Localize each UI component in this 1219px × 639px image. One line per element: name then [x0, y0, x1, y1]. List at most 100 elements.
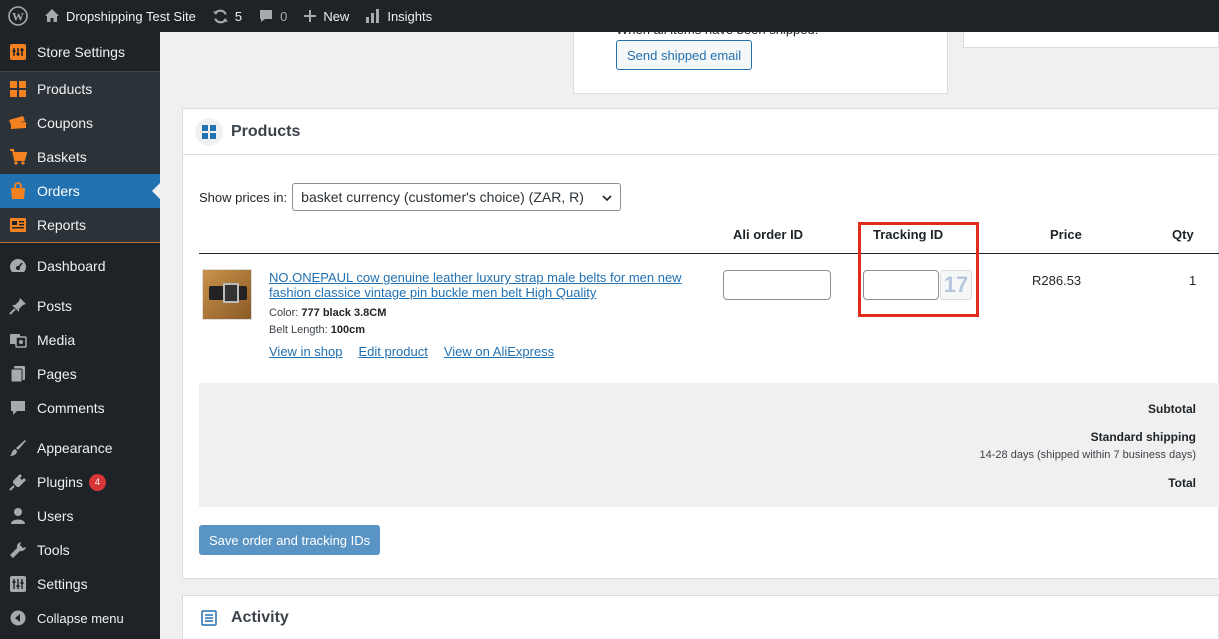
sidebar-item-label: Users [37, 508, 74, 524]
sidebar-item-label: Store Settings [37, 43, 125, 60]
basket-icon [8, 147, 28, 167]
refresh-icon [212, 8, 229, 25]
product-links: View in shop Edit product View on AliExp… [269, 344, 554, 359]
collapse-menu-label: Collapse menu [37, 610, 124, 626]
store-menu-group: Products Coupons Baskets Orders Reports [0, 72, 160, 243]
subtotal-label: Subtotal [1148, 402, 1196, 416]
sidebar-item-label: Orders [37, 183, 80, 199]
view-in-shop-link[interactable]: View in shop [269, 344, 342, 359]
wordpress-logo-icon[interactable]: W [0, 0, 36, 32]
sidebar-item-plugins[interactable]: Plugins 4 [0, 465, 160, 499]
comment-bubble-icon [258, 8, 274, 24]
shipped-note: When all items have been shipped: [616, 22, 819, 37]
view-on-aliexpress-link[interactable]: View on AliExpress [444, 344, 554, 359]
comments-link[interactable]: 0 [250, 0, 295, 32]
sidebar-item-label: Tools [37, 542, 70, 558]
sidebar-item-label: Dashboard [37, 258, 106, 274]
sidebar-item-label: Products [37, 81, 93, 97]
sidebar-item-products[interactable]: Products [0, 72, 160, 106]
updates-count: 5 [234, 8, 243, 24]
variant-color: Color: 777 black 3.8CM [269, 307, 387, 319]
plus-icon [303, 9, 317, 23]
sidebar-item-dashboard[interactable]: Dashboard [0, 249, 160, 283]
activity-card-title: Activity [231, 609, 289, 626]
show-prices-row: Show prices in: basket currency (custome… [199, 183, 622, 211]
home-icon [44, 8, 60, 24]
shipping-email-card: When all items have been shipped: Send s… [573, 22, 948, 94]
total-label: Total [1168, 476, 1196, 490]
admin-sidebar: Store Settings Products Coupons Baskets … [0, 32, 160, 639]
tracking-id-highlight-box [858, 222, 979, 317]
currency-select[interactable]: basket currency (customer's choice) (ZAR… [292, 183, 622, 211]
side-card [963, 32, 1219, 48]
column-ali-order-id: Ali order ID [733, 227, 804, 242]
pages-icon [8, 364, 28, 384]
sidebar-item-reports[interactable]: Reports [0, 208, 160, 242]
wp-menu-group: Dashboard Posts Media Pages Comments App… [0, 243, 160, 635]
sidebar-item-label: Comments [37, 400, 105, 416]
comments-count: 0 [280, 8, 288, 24]
variant-belt-length: Belt Length: 100cm [269, 324, 366, 336]
comment-icon [8, 398, 28, 418]
sidebar-item-media[interactable]: Media [0, 323, 160, 357]
sidebar-item-pages[interactable]: Pages [0, 357, 160, 391]
shipping-note: 14-28 days (shipped within 7 business da… [979, 449, 1196, 461]
table-header-divider [199, 253, 1219, 254]
sidebar-item-label: Baskets [37, 149, 87, 165]
sidebar-item-label: Pages [37, 366, 77, 382]
plugin-icon [8, 472, 28, 492]
send-shipped-email-button[interactable]: Send shipped email [616, 40, 753, 70]
products-card-header: Products [183, 109, 1218, 155]
sidebar-item-label: Plugins [37, 474, 83, 490]
sidebar-item-users[interactable]: Users [0, 499, 160, 533]
sidebar-item-label: Posts [37, 298, 73, 314]
sidebar-item-settings[interactable]: Settings [0, 567, 160, 601]
collapse-menu-button[interactable]: Collapse menu [0, 601, 160, 635]
media-icon [8, 330, 28, 350]
sidebar-item-posts[interactable]: Posts [0, 289, 160, 323]
sidebar-item-coupons[interactable]: Coupons [0, 106, 160, 140]
admin-bar: W Dropshipping Test Site 5 0 New Insight… [0, 0, 1219, 32]
products-card: Products Show prices in: basket currency… [182, 108, 1219, 579]
insights-link[interactable]: Insights [357, 0, 440, 32]
sidebar-item-tools[interactable]: Tools [0, 533, 160, 567]
reports-icon [8, 215, 28, 235]
chevron-down-icon [602, 189, 612, 205]
shipping-label: Standard shipping [1090, 430, 1196, 444]
item-price: R286.53 [1032, 273, 1082, 288]
wrench-icon [8, 540, 28, 560]
insights-label: Insights [387, 8, 433, 24]
sidebar-item-label: Coupons [37, 115, 94, 131]
save-order-tracking-button[interactable]: Save order and tracking IDs [199, 525, 381, 555]
collapse-arrow-icon [8, 608, 28, 628]
sidebar-item-store-settings[interactable]: Store Settings [0, 32, 160, 72]
site-name-link[interactable]: Dropshipping Test Site [36, 0, 204, 32]
activity-card-header: Activity [183, 596, 1218, 639]
dashboard-icon [8, 256, 28, 276]
settings-sliders-icon [8, 574, 28, 594]
column-qty: Qty [1172, 227, 1194, 242]
column-price: Price [1050, 227, 1082, 242]
ali-order-id-input[interactable] [723, 270, 831, 300]
sidebar-item-label: Appearance [37, 440, 113, 456]
product-title-link[interactable]: NO.ONEPAUL cow genuine leather luxury st… [269, 270, 689, 300]
show-prices-label: Show prices in: [199, 189, 288, 205]
sidebar-item-appearance[interactable]: Appearance [0, 431, 160, 465]
list-icon [195, 604, 223, 632]
updates-link[interactable]: 5 [204, 0, 250, 32]
orders-bag-icon [8, 181, 28, 201]
products-grid-icon [8, 79, 28, 99]
edit-product-link[interactable]: Edit product [358, 344, 427, 359]
new-content-link[interactable]: New [295, 0, 357, 32]
item-qty: 1 [1189, 273, 1197, 288]
pin-icon [8, 296, 28, 316]
sidebar-item-baskets[interactable]: Baskets [0, 140, 160, 174]
sidebar-item-orders[interactable]: Orders [0, 174, 160, 208]
product-thumbnail[interactable] [202, 269, 252, 320]
products-card-title: Products [231, 122, 301, 140]
sidebar-item-comments[interactable]: Comments [0, 391, 160, 425]
user-icon [8, 506, 28, 526]
products-grid-icon [195, 117, 223, 146]
coupons-icon [8, 113, 28, 133]
site-name: Dropshipping Test Site [66, 8, 196, 24]
